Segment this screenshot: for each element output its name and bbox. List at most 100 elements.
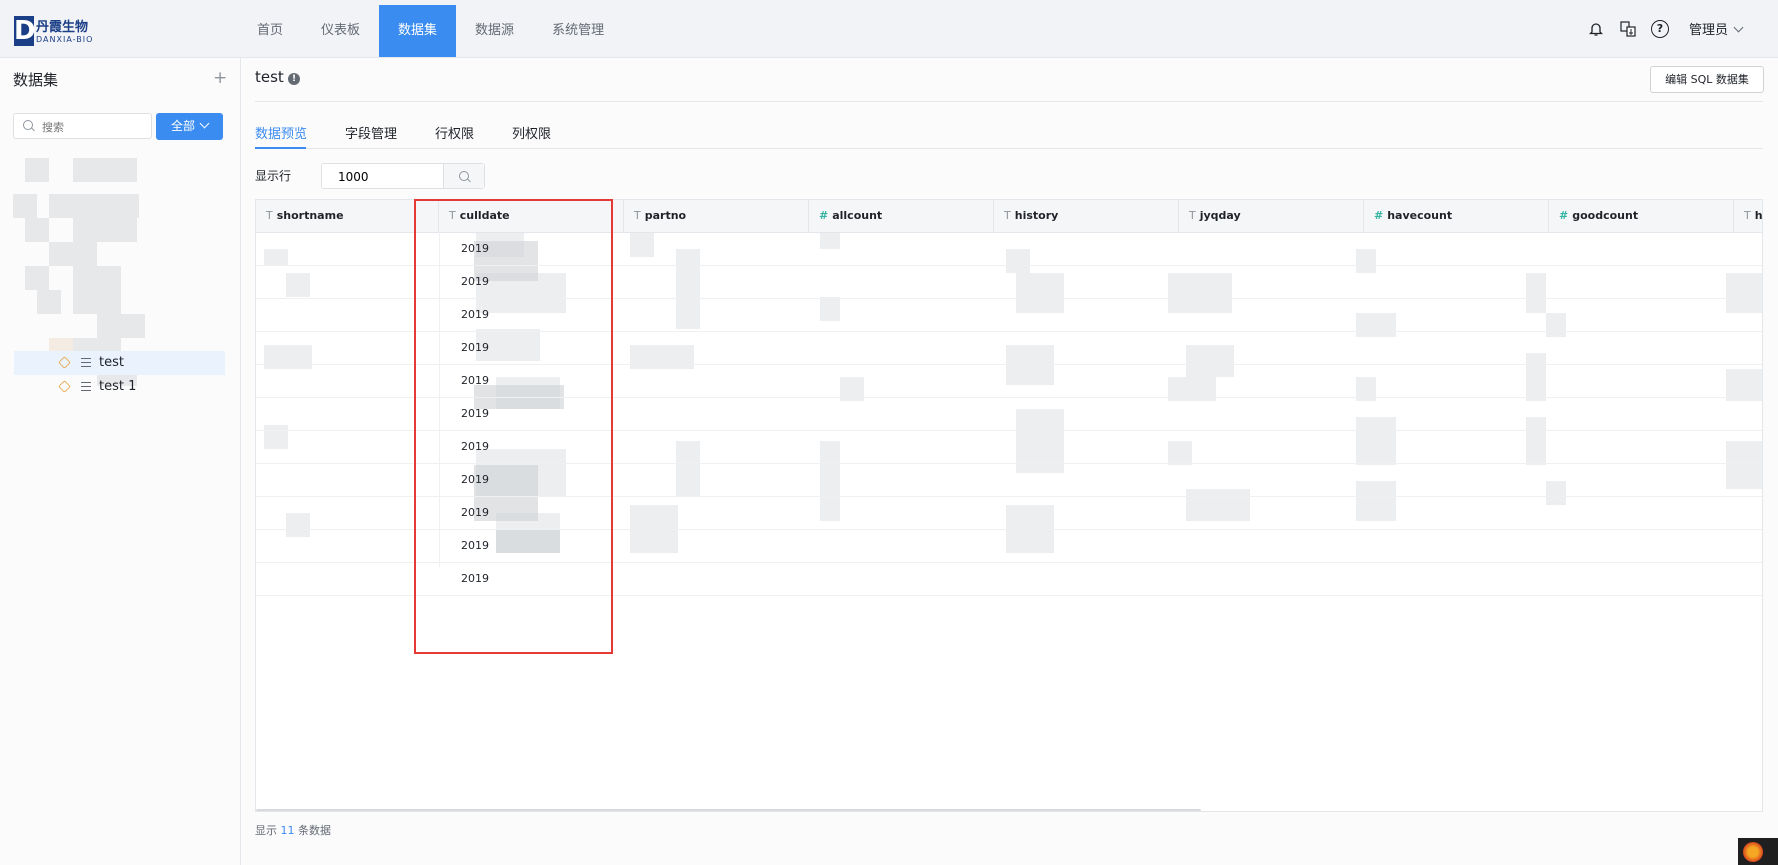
table-row[interactable]: 2019 <box>256 463 1762 497</box>
top-bar: D 丹霞生物 DANXIA-BIO 首页 仪表板 数据集 数据源 系统管理 ? … <box>0 0 1778 58</box>
number-type-icon: # <box>819 209 829 222</box>
table-row[interactable]: 2019 <box>256 496 1762 530</box>
sql-settings-icon <box>81 381 91 393</box>
tab-field-management[interactable]: 字段管理 <box>345 123 397 148</box>
edit-sql-dataset-button[interactable]: 编辑 SQL 数据集 <box>1650 66 1764 93</box>
dataset-search-input[interactable] <box>40 117 149 137</box>
culldate-cell: 2019 <box>461 275 489 288</box>
column-header-shortname[interactable]: Tshortname <box>256 200 439 232</box>
tree-item-label: test 1 <box>99 379 137 394</box>
dataset-search[interactable] <box>13 113 152 139</box>
filter-dropdown[interactable]: 全部 <box>156 113 223 140</box>
nav-datasource[interactable]: 数据源 <box>456 5 533 57</box>
column-header-goodcount[interactable]: # goodcount <box>1549 200 1734 232</box>
language-icon[interactable] <box>1619 20 1637 38</box>
text-type-icon: T <box>1004 209 1011 222</box>
culldate-cell: 2019 <box>461 539 489 552</box>
dataset-icon <box>58 380 71 393</box>
column-name: havecount <box>1387 209 1453 222</box>
column-name: culldate <box>459 209 510 222</box>
tab-row-permissions[interactable]: 行权限 <box>435 123 474 148</box>
culldate-cell: 2019 <box>461 242 489 255</box>
tab-data-preview[interactable]: 数据预览 <box>255 123 307 148</box>
logo-name-en: DANXIA-BIO <box>36 35 94 44</box>
info-icon[interactable]: ! <box>288 73 300 85</box>
table-row[interactable]: 2019 <box>256 364 1762 398</box>
column-header-culldate[interactable]: Tculldate <box>439 200 624 232</box>
nav-dataset[interactable]: 数据集 <box>379 5 457 57</box>
divider <box>255 101 1763 102</box>
footer-suffix: 条数据 <box>298 824 331 837</box>
row-count: 11 <box>280 824 295 837</box>
search-icon <box>459 171 469 181</box>
table-row[interactable]: 2019 <box>256 529 1762 563</box>
culldate-cell: 2019 <box>461 341 489 354</box>
column-header-partno[interactable]: Tpartno <box>624 200 809 232</box>
column-header-history[interactable]: Thistory <box>994 200 1179 232</box>
text-type-icon: T <box>1189 209 1196 222</box>
culldate-cell: 2019 <box>461 374 489 387</box>
tree-item-test[interactable]: test <box>14 351 225 375</box>
text-type-icon: T <box>634 209 641 222</box>
chevron-down-icon <box>199 118 210 129</box>
column-name: allcount <box>832 209 883 222</box>
column-name: h <box>1754 209 1763 222</box>
horizontal-scrollbar[interactable] <box>256 809 1201 811</box>
column-header-havecount[interactable]: # havecount <box>1364 200 1549 232</box>
table-header: Tshortname Tculldate Tpartno # allcount T… <box>256 200 1763 233</box>
text-type-icon: T <box>266 209 273 222</box>
user-menu[interactable]: 管理员 <box>1688 19 1744 38</box>
column-header-truncated[interactable]: Th <box>1734 200 1763 232</box>
active-tab-indicator <box>255 147 306 149</box>
column-name: partno <box>644 209 687 222</box>
nav-dashboard[interactable]: 仪表板 <box>302 5 379 57</box>
table-row[interactable]: 2019 <box>256 232 1762 266</box>
dataset-icon <box>58 356 71 369</box>
table-row[interactable]: 2019 <box>256 562 1762 596</box>
table-row[interactable]: 2019 <box>256 331 1762 365</box>
table-row[interactable]: 2019 <box>256 397 1762 431</box>
column-header-jyqday[interactable]: Tjyqday <box>1179 200 1364 232</box>
chevron-down-icon <box>1733 22 1744 33</box>
nav-system-management[interactable]: 系统管理 <box>533 5 623 57</box>
text-type-icon: T <box>1744 209 1751 222</box>
dataset-title: test <box>255 68 284 86</box>
add-dataset-icon[interactable]: + <box>213 68 227 88</box>
data-preview-table[interactable]: Tshortname Tculldate Tpartno # allcount T… <box>255 199 1763 812</box>
header-actions: ? 管理员 <box>1587 19 1744 38</box>
number-type-icon: # <box>1559 209 1569 222</box>
help-icon[interactable]: ? <box>1650 19 1669 38</box>
user-name: 管理员 <box>1688 23 1728 38</box>
row-count-footer: 显示 11 条数据 <box>255 822 331 838</box>
culldate-cell: 2019 <box>461 572 489 585</box>
table-row[interactable]: 2019 <box>256 265 1762 299</box>
rows-search-button[interactable] <box>443 164 484 188</box>
display-rows-input[interactable] <box>336 168 440 186</box>
sidebar-title: 数据集 <box>13 71 59 89</box>
column-name: goodcount <box>1572 209 1639 222</box>
logo-mark: D <box>14 16 36 46</box>
display-rows-field[interactable] <box>321 163 485 189</box>
floating-widget[interactable] <box>1738 838 1778 865</box>
culldate-cell: 2019 <box>461 308 489 321</box>
tree-item-test-1[interactable]: test 1 <box>14 375 225 399</box>
filter-label: 全部 <box>170 119 195 133</box>
dataset-tabs: 数据预览 字段管理 行权限 列权限 <box>255 123 551 148</box>
column-name: history <box>1014 209 1059 222</box>
tabs-divider <box>255 148 1763 149</box>
number-type-icon: # <box>1374 209 1384 222</box>
bell-icon[interactable] <box>1587 20 1605 38</box>
brand-logo[interactable]: D 丹霞生物 DANXIA-BIO <box>14 16 92 46</box>
widget-icon <box>1743 842 1763 862</box>
tree-item-label: test <box>99 355 124 370</box>
footer-prefix: 显示 <box>255 824 277 837</box>
nav-home[interactable]: 首页 <box>238 5 302 57</box>
culldate-cell: 2019 <box>461 473 489 486</box>
column-header-allcount[interactable]: # allcount <box>809 200 994 232</box>
tab-column-permissions[interactable]: 列权限 <box>512 123 551 148</box>
search-icon <box>23 120 33 130</box>
culldate-cell: 2019 <box>461 506 489 519</box>
table-row[interactable]: 2019 <box>256 430 1762 464</box>
table-row[interactable]: 2019 <box>256 298 1762 332</box>
column-name: jyqday <box>1199 209 1241 222</box>
